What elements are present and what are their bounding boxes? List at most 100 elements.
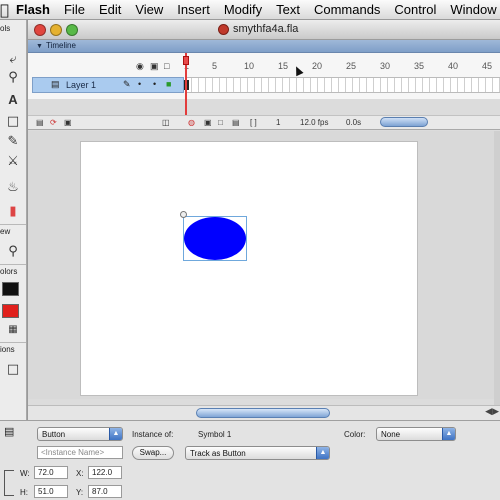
- snap-option-icon[interactable]: □: [4, 360, 22, 378]
- symbol-behavior-value: Button: [42, 430, 66, 439]
- onion-markers-icon[interactable]: [ ]: [250, 118, 257, 127]
- height-label: H:: [20, 488, 28, 497]
- width-field[interactable]: 72.0: [34, 466, 68, 479]
- menu-file[interactable]: File: [57, 2, 92, 17]
- show-hide-eye-icon[interactable]: ◉: [136, 61, 144, 72]
- timeline-scroll-thumb[interactable]: [380, 117, 428, 127]
- layer-name: Layer 1: [66, 80, 97, 90]
- menu-view[interactable]: View: [128, 2, 170, 17]
- menu-insert[interactable]: Insert: [170, 2, 217, 17]
- tools-heading: ols: [0, 24, 11, 33]
- button-symbol-icon: ▤: [4, 426, 15, 438]
- rectangle-tool-icon[interactable]: □: [4, 112, 22, 130]
- paint-bucket-tool-icon[interactable]: ♨: [4, 178, 22, 196]
- document-titlebar: smythfa4a.fla: [28, 20, 500, 40]
- close-window-icon[interactable]: [34, 24, 46, 36]
- horizontal-scrollbar[interactable]: ◀▶: [28, 405, 500, 420]
- frame-number: 10: [244, 61, 255, 71]
- add-folder-icon[interactable]: ▣: [64, 118, 72, 127]
- timeline-frames[interactable]: [185, 77, 500, 93]
- stage-canvas[interactable]: [80, 141, 418, 396]
- frame-number: 40: [448, 61, 459, 71]
- menu-text[interactable]: Text: [269, 2, 307, 17]
- property-inspector: ▤ Button ▲ <Instance Name> Instance of: …: [0, 420, 500, 500]
- view-heading: ew: [0, 227, 11, 236]
- lasso-tool-icon[interactable]: ⤶: [4, 50, 22, 68]
- edit-multiple-frames-icon[interactable]: ▤: [232, 118, 240, 127]
- instance-name-field[interactable]: <Instance Name>: [37, 446, 123, 459]
- add-layer-icon[interactable]: ▤: [36, 118, 44, 127]
- layer-row[interactable]: ▤ Layer 1 ✎ • • ■: [32, 77, 184, 93]
- tools-divider: [0, 342, 26, 343]
- delete-layer-icon[interactable]: ◫: [162, 118, 170, 127]
- instance-of-label: Instance of:: [132, 430, 174, 439]
- menu-bar:  Flash File Edit View Insert Modify Tex…: [0, 0, 500, 20]
- tracking-value: Track as Button: [190, 449, 246, 458]
- options-heading: ions: [0, 345, 15, 354]
- color-effect-dropdown[interactable]: None ▲: [376, 427, 456, 441]
- apple-menu-icon[interactable]: : [0, 0, 9, 20]
- registration-point: [180, 211, 187, 218]
- elapsed-time: 0.0s: [346, 118, 362, 127]
- minimize-window-icon[interactable]: [50, 24, 62, 36]
- frame-number: 15: [278, 61, 289, 71]
- dropdown-arrow-icon: ▲: [109, 428, 122, 440]
- frame-number: 30: [380, 61, 391, 71]
- onion-skin-icon[interactable]: ▣: [204, 118, 212, 127]
- zoom-window-icon[interactable]: [66, 24, 78, 36]
- tools-divider: [0, 224, 26, 225]
- tools-divider: [0, 264, 26, 265]
- lock-layers-icon[interactable]: ▣: [150, 61, 159, 72]
- flash-app-window:  Flash File Edit View Insert Modify Tex…: [0, 0, 500, 500]
- onion-outline-icon[interactable]: □: [218, 118, 223, 127]
- menu-commands[interactable]: Commands: [307, 2, 387, 17]
- swap-colors-icon[interactable]: ▦: [4, 320, 22, 338]
- swap-button[interactable]: Swap...: [132, 446, 174, 460]
- stroke-color-swatch[interactable]: [2, 282, 19, 296]
- tools-panel: ols ⤶ ⚲ A □ ✎ ⚔ ♨ ▮ ew ⚲ olors ▦ ions □: [0, 20, 27, 420]
- menu-window[interactable]: Window: [443, 2, 500, 17]
- menu-modify[interactable]: Modify: [217, 2, 269, 17]
- constrain-proportions-icon[interactable]: [4, 470, 14, 496]
- menu-control[interactable]: Control: [387, 2, 443, 17]
- ink-bottle-tool-icon[interactable]: ⚔: [4, 152, 22, 170]
- visible-dot-icon[interactable]: •: [138, 79, 141, 89]
- document-window: smythfa4a.fla ▼ Timeline ◉ ▣ □ 1 5 10 15…: [27, 20, 500, 420]
- lock-dot-icon[interactable]: •: [153, 79, 156, 89]
- height-field[interactable]: 51.0: [34, 485, 68, 498]
- horizontal-scroll-thumb[interactable]: [196, 408, 330, 418]
- vertical-scrollbar[interactable]: [494, 131, 500, 405]
- center-frame-icon[interactable]: ◍: [188, 118, 195, 127]
- stage-work-area: [28, 131, 500, 399]
- collapse-triangle-icon[interactable]: ▼: [36, 43, 43, 50]
- subselect-tool-icon[interactable]: ⚲: [4, 68, 22, 86]
- dropdown-arrow-icon: ▲: [316, 447, 329, 459]
- blue-ellipse-button-instance[interactable]: [184, 217, 246, 260]
- add-motion-guide-icon[interactable]: ⟳: [50, 118, 57, 127]
- brush-tool-icon[interactable]: ✎: [4, 132, 22, 150]
- timeline-header[interactable]: ▼ Timeline: [28, 40, 500, 53]
- playhead-handle[interactable]: [183, 56, 189, 65]
- colors-heading: olors: [0, 267, 18, 276]
- eraser-tool-icon[interactable]: ▮: [4, 202, 22, 220]
- document-title: smythfa4a.fla: [233, 23, 299, 35]
- outline-square-icon[interactable]: ■: [166, 79, 171, 89]
- menu-app-flash[interactable]: Flash: [9, 2, 57, 17]
- y-field[interactable]: 87.0: [88, 485, 122, 498]
- tracking-dropdown[interactable]: Track as Button ▲: [185, 446, 330, 460]
- symbol-behavior-dropdown[interactable]: Button ▲: [37, 427, 123, 441]
- text-tool-icon[interactable]: A: [4, 90, 22, 108]
- dropdown-arrow-icon: ▲: [442, 428, 455, 440]
- color-label: Color:: [344, 430, 366, 439]
- timeline-label: Timeline: [46, 41, 76, 50]
- menu-edit[interactable]: Edit: [92, 2, 128, 17]
- fill-color-swatch[interactable]: [2, 304, 19, 318]
- pencil-edit-icon: ✎: [123, 79, 131, 89]
- width-label: W:: [20, 469, 30, 478]
- outline-layers-icon[interactable]: □: [164, 61, 169, 71]
- scroll-arrows-icon[interactable]: ◀▶: [485, 406, 499, 417]
- frame-rate: 12.0 fps: [300, 118, 329, 127]
- x-field[interactable]: 122.0: [88, 466, 122, 479]
- zoom-tool-icon[interactable]: ⚲: [4, 242, 22, 260]
- current-frame: 1: [276, 118, 281, 127]
